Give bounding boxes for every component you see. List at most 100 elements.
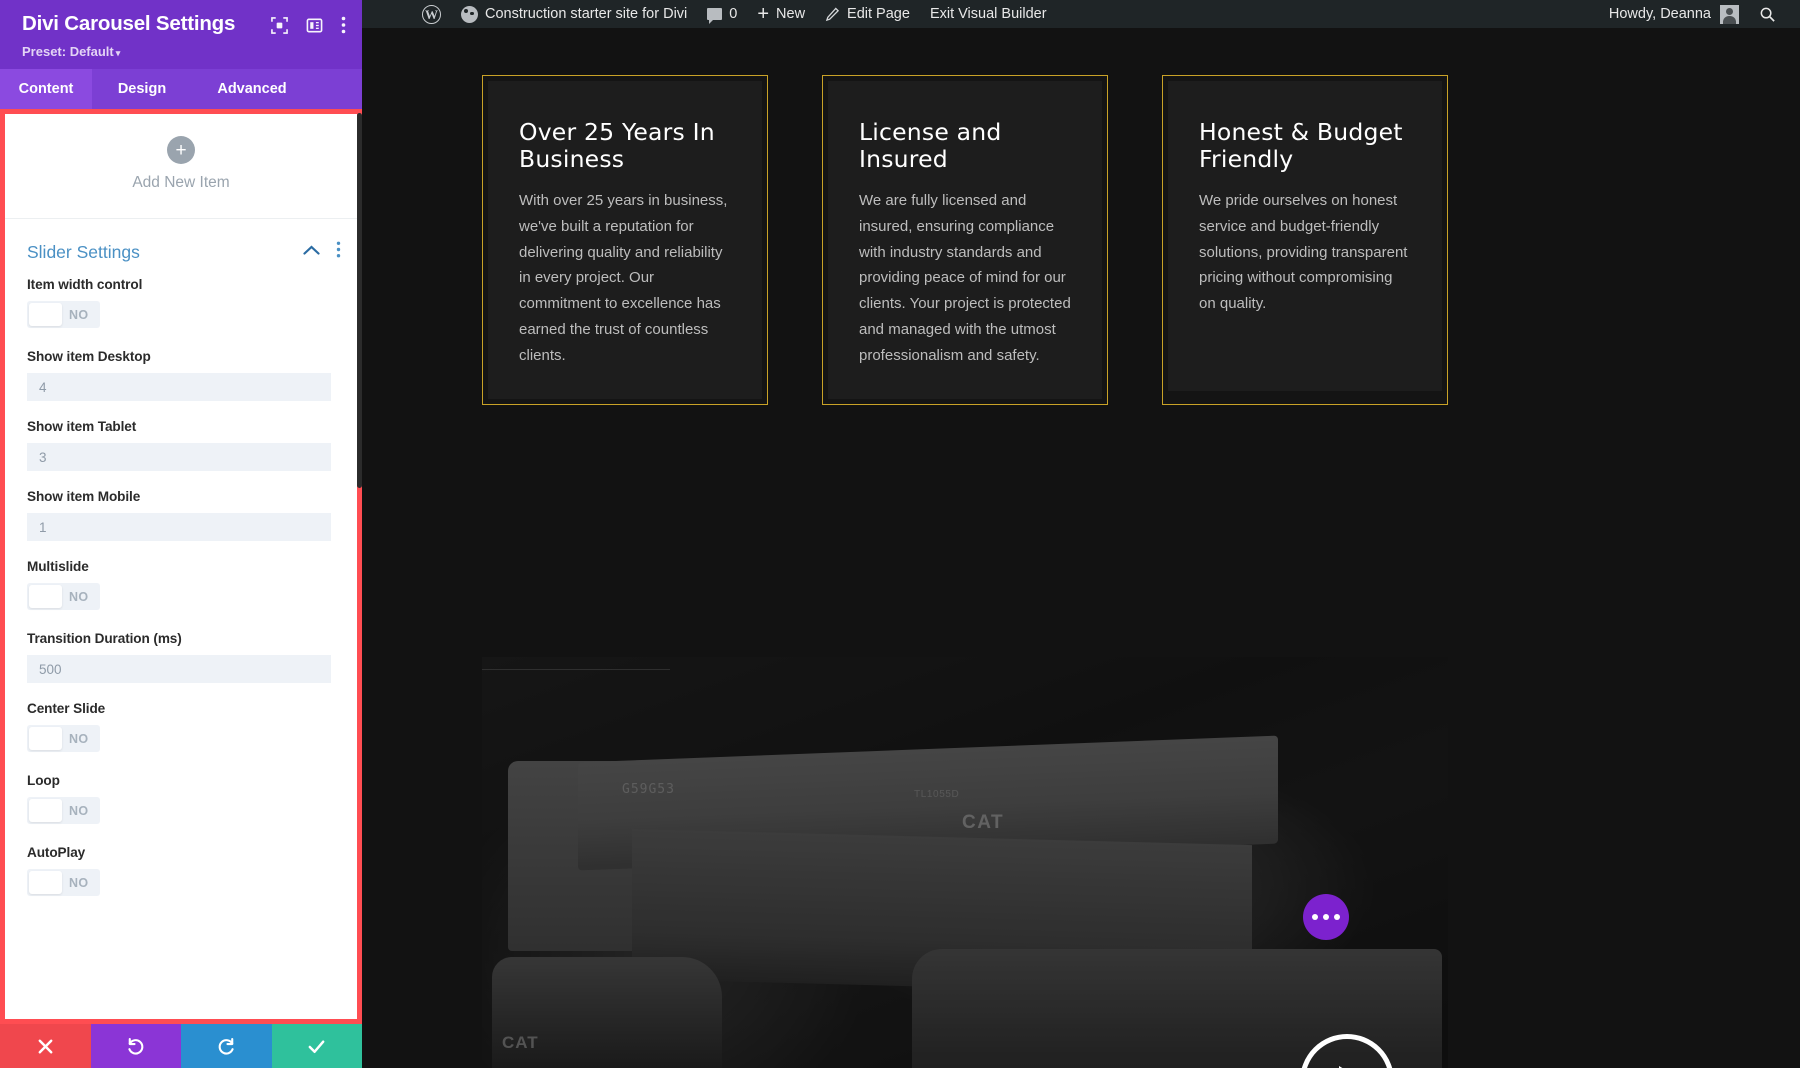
field-loop: Loop NO	[5, 773, 357, 827]
preset-label: Preset: Default	[22, 44, 114, 59]
input-show-item-mobile[interactable]: 1	[27, 513, 331, 541]
group-title: Slider Settings	[27, 241, 140, 262]
focus-target-icon[interactable]	[271, 16, 288, 39]
field-label: Show item Mobile	[27, 489, 141, 504]
toggle-item-width-control[interactable]: NO	[27, 301, 100, 328]
redo-button[interactable]	[181, 1024, 272, 1068]
preset-selector[interactable]: Preset: Default ▾	[22, 44, 346, 59]
input-show-item-desktop[interactable]: 4	[27, 373, 331, 401]
chevron-up-glyph	[303, 245, 320, 255]
panel-body: + Add New Item Slider Settings Item widt…	[5, 114, 357, 1019]
field-label: Show item Tablet	[27, 419, 137, 434]
toggle-center-slide[interactable]: NO	[27, 725, 100, 752]
panel-footer	[0, 1024, 362, 1068]
panel-header-row: Divi Carousel Settings	[22, 12, 346, 39]
avatar	[1720, 4, 1739, 24]
carousel-card[interactable]: License and Insured We are fully license…	[822, 75, 1108, 405]
redo-arrow-icon	[218, 1037, 234, 1055]
card-text: With over 25 years in business, we've bu…	[519, 192, 728, 364]
wordpress-logo-icon[interactable]: W	[412, 0, 451, 28]
pencil-icon	[825, 6, 840, 21]
video-media-block[interactable]: G59G53 TL1055D CAT CAT	[482, 657, 1448, 1068]
field-label: Center Slide	[27, 701, 106, 716]
field-show-item-desktop: Show item Desktop 4	[5, 349, 357, 401]
close-button[interactable]	[0, 1024, 91, 1068]
add-new-item-block[interactable]: + Add New Item	[5, 114, 357, 219]
toggle-knob	[29, 871, 62, 894]
toggle-value: NO	[69, 731, 89, 746]
panel-header: Divi Carousel Settings Preset: Default ▾	[0, 0, 362, 69]
panel-layout-icon[interactable]	[306, 17, 323, 39]
input-transition-duration[interactable]: 500	[27, 655, 331, 683]
card-text: We are fully licensed and insured, ensur…	[859, 192, 1071, 364]
panel-body-highlight: + Add New Item Slider Settings Item widt…	[0, 109, 362, 1024]
my-account-menu[interactable]: Howdy, Deanna	[1599, 0, 1749, 28]
field-transition-duration: Transition Duration (ms) 500	[5, 631, 357, 683]
input-show-item-tablet[interactable]: 3	[27, 443, 331, 471]
tab-content[interactable]: Content	[0, 69, 92, 109]
carousel-cards-row: Over 25 Years In Business With over 25 y…	[482, 28, 1800, 405]
field-label: AutoPlay	[27, 845, 86, 860]
carousel-card[interactable]: Honest & Budget Friendly We pride oursel…	[1162, 75, 1448, 405]
panel-layout-glyph	[306, 18, 323, 32]
slider-settings-group-header[interactable]: Slider Settings	[5, 219, 357, 277]
site-name-label: Construction starter site for Divi	[485, 6, 688, 22]
toggle-loop[interactable]: NO	[27, 797, 100, 824]
toggle-value: NO	[69, 589, 89, 604]
new-label: New	[776, 6, 806, 22]
photo-dim-overlay	[482, 657, 1448, 1068]
card-title: Over 25 Years In Business	[519, 118, 715, 173]
exit-builder-label: Exit Visual Builder	[929, 6, 1047, 22]
toggle-multislide[interactable]: NO	[27, 583, 100, 610]
field-show-item-tablet: Show item Tablet 3	[5, 419, 357, 471]
divi-settings-panel: Divi Carousel Settings Preset: Default ▾…	[0, 0, 362, 1068]
new-content-menu[interactable]: + New	[747, 0, 815, 28]
dot	[1334, 914, 1340, 920]
close-x-icon	[38, 1039, 53, 1053]
tab-advanced[interactable]: Advanced	[192, 69, 312, 109]
card-inner: Honest & Budget Friendly We pride oursel…	[1168, 81, 1442, 391]
comment-count-label: 0	[729, 6, 738, 22]
field-label: Item width control	[27, 277, 143, 292]
chevron-up-icon[interactable]	[303, 243, 320, 261]
field-autoplay: AutoPlay NO	[5, 845, 357, 899]
toggle-value: NO	[69, 875, 89, 890]
card-inner: Over 25 Years In Business With over 25 y…	[488, 81, 762, 399]
search-icon[interactable]	[1749, 0, 1786, 28]
vertical-dots-icon[interactable]	[341, 16, 346, 39]
comments-menu[interactable]: 0	[697, 0, 747, 28]
panel-tabs: Content Design Advanced	[0, 69, 362, 109]
site-palette-icon	[461, 5, 478, 23]
carousel-card[interactable]: Over 25 Years In Business With over 25 y…	[482, 75, 768, 405]
plus-icon[interactable]: +	[167, 136, 195, 164]
card-title: Honest & Budget Friendly	[1199, 118, 1403, 173]
admin-bar-right-group: Howdy, Deanna	[1599, 0, 1800, 28]
panel-scrollbar[interactable]	[357, 113, 362, 488]
exit-visual-builder-link[interactable]: Exit Visual Builder	[920, 0, 1057, 28]
page-title: Divi Carousel Settings	[22, 12, 236, 35]
focus-target-glyph	[271, 16, 288, 34]
toggle-autoplay[interactable]: NO	[27, 869, 100, 896]
card-title: License and Insured	[859, 118, 1002, 173]
field-label: Show item Desktop	[27, 349, 151, 364]
add-new-item-label: Add New Item	[132, 174, 230, 191]
field-label: Loop	[27, 773, 60, 788]
field-item-width-control: Item width control NO	[5, 277, 357, 331]
howdy-label: Howdy, Deanna	[1608, 6, 1711, 22]
dot	[1323, 914, 1329, 920]
toggle-knob	[29, 585, 62, 608]
visual-builder-canvas: Over 25 Years In Business With over 25 y…	[362, 28, 1800, 1068]
card-inner: License and Insured We are fully license…	[828, 81, 1102, 399]
module-options-dots-icon[interactable]	[1303, 894, 1349, 940]
site-name-menu[interactable]: Construction starter site for Divi	[451, 0, 697, 28]
edit-page-link[interactable]: Edit Page	[815, 0, 920, 28]
undo-button[interactable]	[90, 1024, 181, 1068]
dot	[1312, 914, 1318, 920]
comment-bubble-icon	[707, 8, 723, 24]
toggle-knob	[29, 727, 62, 750]
field-center-slide: Center Slide NO	[5, 701, 357, 755]
field-label: Transition Duration (ms)	[27, 631, 182, 646]
tab-design[interactable]: Design	[92, 69, 192, 109]
vertical-dots-icon[interactable]	[336, 241, 341, 263]
save-button[interactable]	[271, 1024, 362, 1068]
